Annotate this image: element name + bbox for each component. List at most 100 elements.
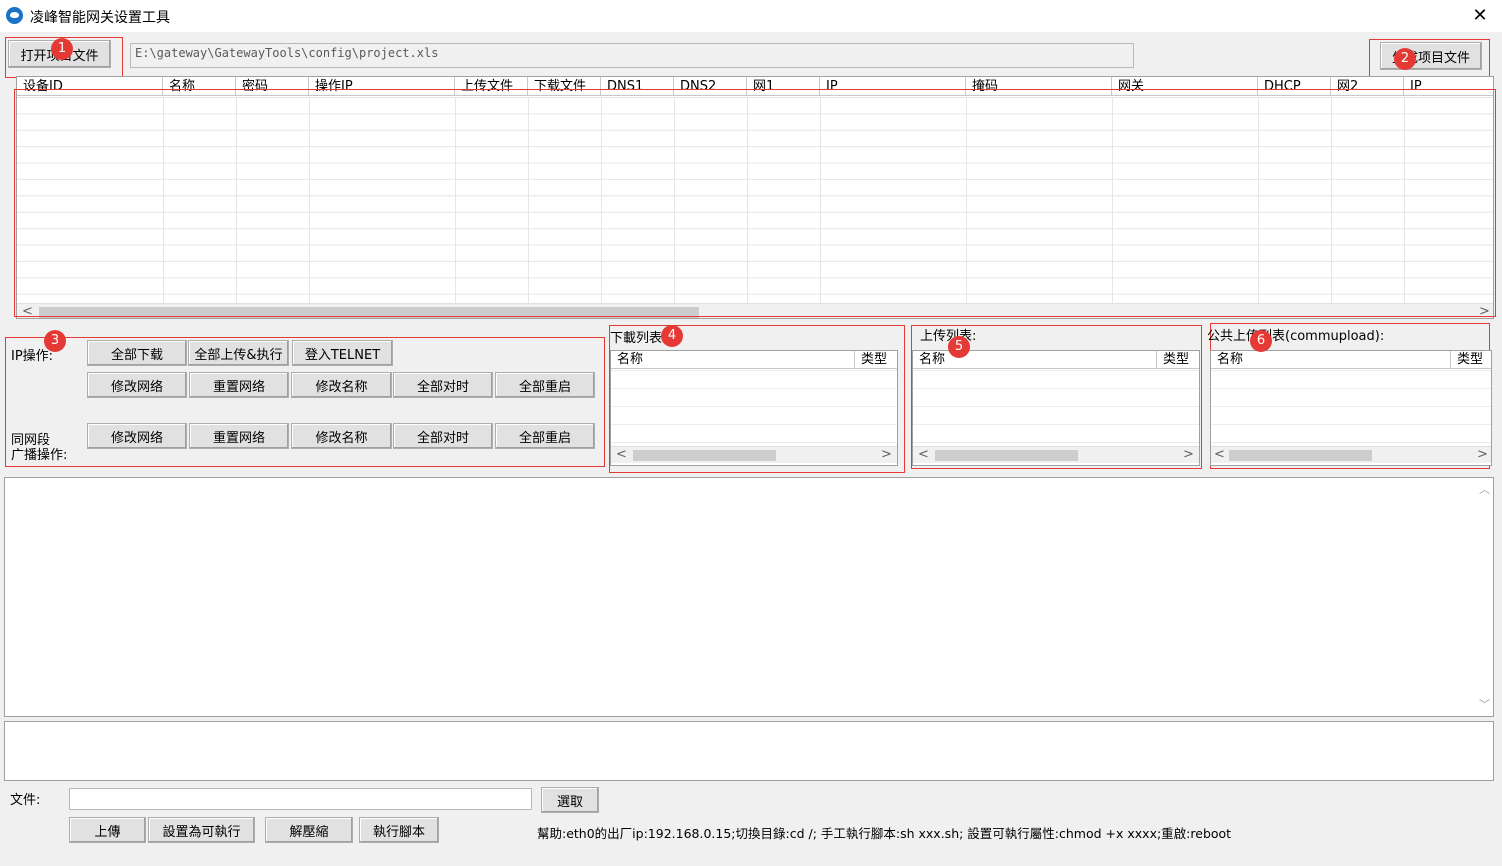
annotation-badge-5: 5 [948,336,970,358]
scroll-thumb[interactable] [39,307,699,318]
set-executable-button[interactable]: 設置為可執行 [148,817,255,843]
grid-col-line [309,97,310,303]
bc-sync-time-button[interactable]: 全部对时 [393,423,493,449]
upload-list-scrollbar[interactable]: < > [913,446,1199,463]
public-upload-list-scrollbar[interactable]: < > [1211,446,1491,463]
upload-list[interactable]: 名称 类型 < > [912,350,1200,466]
annotation-badge-2: 2 [1394,48,1416,70]
annotation-badge-3: 3 [44,330,66,352]
app-icon [6,7,23,24]
grid-col-header[interactable]: 上传文件 [455,77,528,96]
close-button[interactable]: ✕ [1466,3,1494,29]
scroll-left-icon[interactable]: < [1211,447,1228,464]
scroll-right-icon[interactable]: > [1180,447,1197,464]
grid-col-line [747,97,748,303]
download-list-title: 下載列表: [610,331,667,346]
grid-horizontal-scrollbar[interactable]: < > [17,303,1493,318]
grid-body[interactable] [17,97,1493,303]
run-script-button[interactable]: 執行腳本 [359,817,439,843]
file-label: 文件: [10,793,41,808]
scroll-right-icon[interactable]: > [1476,304,1493,318]
download-all-button[interactable]: 全部下载 [87,340,187,366]
scroll-thumb[interactable] [633,450,776,461]
grid-col-line [1258,97,1259,303]
grid-col-header[interactable]: DHCP [1258,77,1331,96]
command-input[interactable] [4,721,1494,781]
bc-modify-name-button[interactable]: 修改名称 [291,423,392,449]
scroll-left-icon[interactable]: < [613,447,630,464]
public-upload-list-body[interactable] [1211,370,1491,445]
public-upload-list-title: 公共上传列表(commupload): [1207,329,1385,344]
scroll-left-icon[interactable]: < [19,304,36,318]
download-list-scrollbar[interactable]: < > [611,446,897,463]
file-path-input[interactable] [69,788,532,810]
scroll-down-icon[interactable]: ﹀ [1476,696,1493,713]
public-upload-list[interactable]: 名称 类型 < > [1210,350,1492,466]
scroll-right-icon[interactable]: > [1474,447,1491,464]
grid-col-header[interactable]: 网关 [1112,77,1258,96]
device-grid[interactable]: 设备ID 名称 密码 操作IP 上传文件 下载文件 DNS1 DNS2 网1 I… [16,76,1494,319]
upload-col-type[interactable]: 类型 [1157,351,1199,369]
login-telnet-button[interactable]: 登入TELNET [292,340,393,366]
download-col-type[interactable]: 类型 [855,351,897,369]
grid-col-line [455,97,456,303]
title-bar [0,0,1502,32]
bc-reset-network-button[interactable]: 重置网络 [189,423,289,449]
grid-col-header[interactable]: 网2 [1331,77,1404,96]
project-path-field[interactable]: E:\gateway\GatewayTools\config\project.x… [130,43,1134,68]
bc-modify-network-button[interactable]: 修改网络 [87,423,187,449]
scroll-right-icon[interactable]: > [878,447,895,464]
broadcast-ops-label-2: 广播操作: [11,448,68,463]
grid-col-line [1404,97,1405,303]
grid-col-header[interactable]: DNS1 [601,77,674,96]
grid-col-header[interactable]: 下载文件 [528,77,601,96]
grid-col-header[interactable]: IP [820,77,966,96]
grid-col-line [966,97,967,303]
upload-button[interactable]: 上傳 [69,817,146,843]
grid-col-header[interactable]: 名称 [163,77,236,96]
upload-list-body[interactable] [913,370,1199,445]
grid-col-line [820,97,821,303]
scroll-thumb[interactable] [935,450,1078,461]
annotation-badge-6: 6 [1250,330,1272,352]
grid-col-header[interactable]: 密码 [236,77,309,96]
log-output[interactable]: ︿ ﹀ [4,477,1494,717]
grid-header: 设备ID 名称 密码 操作IP 上传文件 下载文件 DNS1 DNS2 网1 I… [17,77,1493,96]
scroll-up-icon[interactable]: ︿ [1476,481,1493,498]
grid-col-line [163,97,164,303]
unzip-button[interactable]: 解壓縮 [265,817,353,843]
grid-col-header[interactable]: 掩码 [966,77,1112,96]
grid-col-line [1331,97,1332,303]
download-list[interactable]: 名称 类型 < > [610,350,898,466]
bc-reboot-all-button[interactable]: 全部重启 [495,423,595,449]
grid-col-line [528,97,529,303]
select-file-button[interactable]: 選取 [541,787,599,813]
public-col-name[interactable]: 名称 [1211,351,1451,369]
scroll-left-icon[interactable]: < [915,447,932,464]
grid-col-line [236,97,237,303]
ip-modify-network-button[interactable]: 修改网络 [87,372,187,398]
public-upload-list-header: 名称 类型 [1211,351,1491,369]
grid-col-header[interactable]: 网1 [747,77,820,96]
upload-exec-all-button[interactable]: 全部上传&执行 [188,340,289,366]
ip-modify-name-button[interactable]: 修改名称 [291,372,392,398]
grid-col-header[interactable]: IP [1404,77,1493,96]
help-text: 幫助:eth0的出厂ip:192.168.0.15;切換目錄:cd /; 手工執… [537,826,1232,841]
ip-reboot-all-button[interactable]: 全部重启 [495,372,595,398]
annotation-badge-1: 1 [51,38,73,60]
ip-reset-network-button[interactable]: 重置网络 [189,372,289,398]
ip-sync-time-button[interactable]: 全部对时 [393,372,493,398]
grid-col-header[interactable]: 操作IP [309,77,455,96]
download-list-header: 名称 类型 [611,351,897,369]
grid-col-line [674,97,675,303]
grid-col-line [1112,97,1113,303]
grid-col-header[interactable]: DNS2 [674,77,747,96]
grid-col-line [601,97,602,303]
window-title: 凌峰智能网关设置工具 [30,10,170,26]
grid-col-header[interactable]: 设备ID [17,77,163,96]
download-list-body[interactable] [611,370,897,445]
log-vertical-scrollbar[interactable]: ︿ ﹀ [1476,478,1493,716]
scroll-thumb[interactable] [1229,450,1372,461]
download-col-name[interactable]: 名称 [611,351,855,369]
public-col-type[interactable]: 类型 [1451,351,1491,369]
